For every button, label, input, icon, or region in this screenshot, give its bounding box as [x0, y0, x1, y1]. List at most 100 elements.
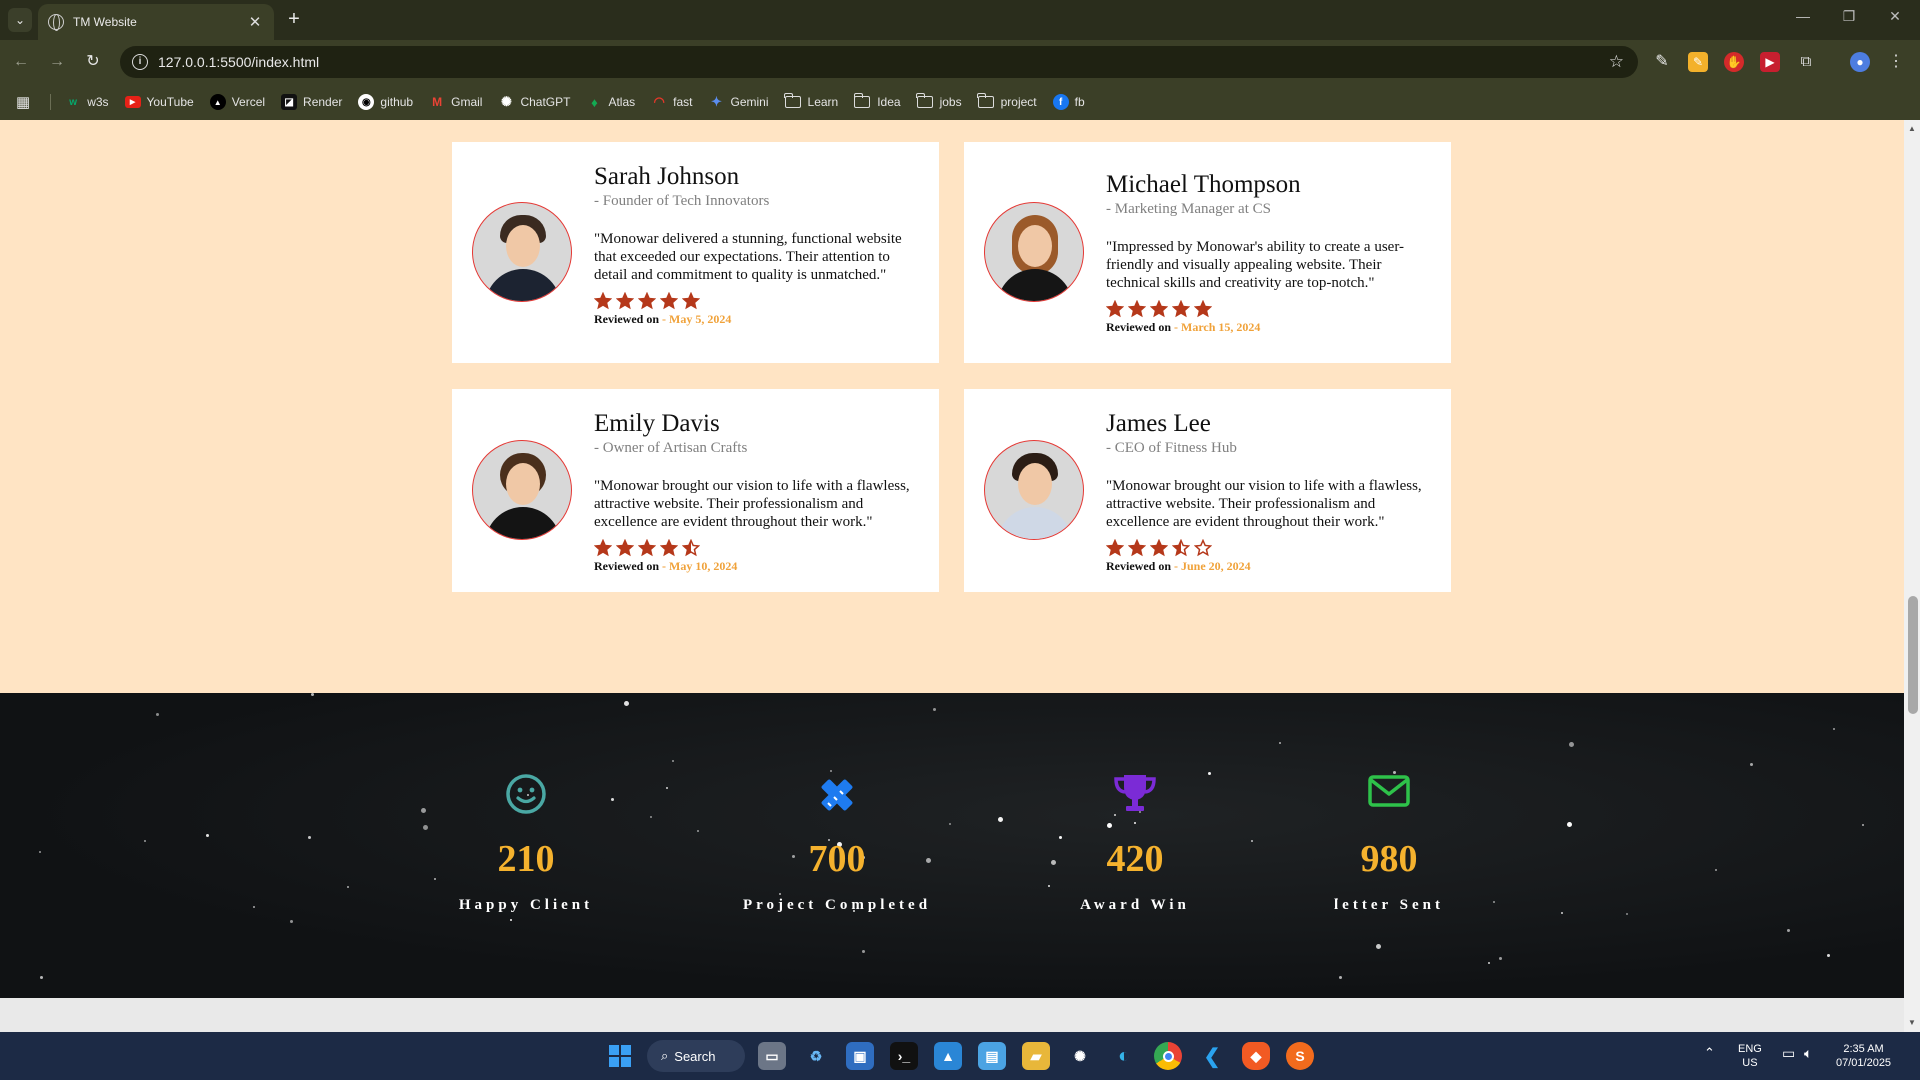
review-quote: "Monowar delivered a stunning, functiona…: [594, 231, 902, 283]
minimize-button[interactable]: —: [1780, 8, 1826, 24]
edge-icon[interactable]: ◐: [1110, 1042, 1138, 1070]
close-icon[interactable]: ✕: [246, 13, 264, 31]
stats-section: 210 Happy Client 700 Project Completed 4…: [0, 693, 1904, 998]
youtube-icon: ▶: [124, 96, 141, 108]
site-info-icon[interactable]: i: [132, 54, 148, 70]
eyedropper-extension-icon[interactable]: ✎: [1652, 52, 1672, 72]
review-quote: "Impressed by Monowar's ability to creat…: [1106, 239, 1405, 291]
page-scrollbar[interactable]: ▲ ▼: [1904, 120, 1920, 1032]
reviewer-role: - CEO of Fitness Hub: [1106, 440, 1237, 456]
star-dot: [347, 886, 349, 888]
scroll-down-arrow-icon[interactable]: ▼: [1908, 1018, 1916, 1027]
tab-strip: ⌄ TM Website ✕ + — ❐ ✕: [0, 0, 1920, 40]
review-date-line: Reviewed on - June 20, 2024: [1106, 559, 1251, 573]
terminal-icon[interactable]: ›_: [890, 1042, 918, 1070]
bookmark-vercel[interactable]: ▲ Vercel: [209, 94, 265, 110]
recycle-bin-icon[interactable]: ♻: [802, 1042, 830, 1070]
photos-icon[interactable]: ▲: [934, 1042, 962, 1070]
atlas-leaf-icon: ♦: [591, 94, 598, 110]
avatar: [472, 202, 572, 302]
clock[interactable]: 2:35 AM 07/01/2025: [1836, 1042, 1891, 1070]
star-half-icon: [1172, 539, 1190, 557]
star-dot: [1787, 929, 1790, 932]
reviewer-name: Sarah Johnson: [594, 163, 740, 190]
bookmark-folder-idea[interactable]: Idea: [853, 93, 901, 109]
bookmark-gmail[interactable]: M Gmail: [429, 94, 482, 110]
bookmark-chatgpt[interactable]: ✺ ChatGPT: [498, 94, 570, 110]
star-dot: [697, 830, 699, 832]
star-rating: [1106, 300, 1433, 319]
bookmark-folder-project[interactable]: project: [977, 93, 1037, 109]
chatgpt-app-icon[interactable]: ✺: [1066, 1042, 1094, 1070]
review-quote: "Monowar brought our vision to life with…: [594, 478, 910, 530]
forward-button[interactable]: →: [46, 51, 68, 73]
bookmark-gemini[interactable]: ✦ Gemini: [709, 94, 768, 110]
star-dot: [1626, 913, 1628, 915]
star-dot: [998, 817, 1003, 822]
video-extension-icon[interactable]: ▶: [1760, 52, 1780, 72]
star-dot: [650, 816, 652, 818]
reviewer-role: - Marketing Manager at CS: [1106, 201, 1271, 217]
bookmark-render[interactable]: ◪ Render: [281, 94, 342, 110]
star-filled-icon: [660, 292, 678, 310]
apps-grid-icon[interactable]: ▦: [16, 93, 30, 111]
bookmark-fb[interactable]: f fb: [1052, 94, 1085, 110]
bookmark-folder-jobs[interactable]: jobs: [916, 93, 962, 109]
review-date-line: Reviewed on - May 5, 2024: [594, 312, 732, 326]
menu-kebab-icon[interactable]: ⋮: [1886, 52, 1906, 72]
bookmark-star-icon[interactable]: ☆: [1609, 52, 1624, 72]
address-bar[interactable]: i 127.0.0.1:5500/index.html ☆: [120, 46, 1638, 78]
bookmark-folder-learn[interactable]: Learn: [784, 93, 838, 109]
star-filled-icon: [1172, 300, 1190, 318]
avatar: [984, 440, 1084, 540]
bookmark-w3s[interactable]: w w3s: [65, 94, 108, 110]
star-dot: [1569, 742, 1574, 747]
volume-icon[interactable]: 🔈︎: [1804, 1046, 1812, 1060]
bookmark-github[interactable]: ◉ github: [358, 94, 413, 110]
bookmark-youtube[interactable]: ▶ YouTube: [124, 95, 194, 109]
review-date: - May 10, 2024: [662, 559, 738, 573]
hand-extension-icon[interactable]: ✋: [1724, 52, 1744, 72]
restore-button[interactable]: ❐: [1826, 8, 1872, 25]
star-filled-icon: [1128, 300, 1146, 318]
folder-icon: [853, 93, 871, 108]
chevron-up-icon[interactable]: ⌃: [1704, 1046, 1715, 1060]
star-rating: [594, 539, 921, 558]
file-explorer-icon[interactable]: ▰: [1022, 1042, 1050, 1070]
tab-active[interactable]: TM Website ✕: [38, 4, 274, 40]
store-icon[interactable]: ▣: [846, 1042, 874, 1070]
sublime-app-icon[interactable]: S: [1286, 1042, 1314, 1070]
scrollbar-thumb[interactable]: [1908, 596, 1918, 714]
stat-label: letter Sent: [1334, 897, 1444, 913]
brave-icon[interactable]: ◆: [1242, 1042, 1270, 1070]
star-dot: [1715, 869, 1717, 871]
tab-search-button[interactable]: ⌄: [8, 8, 32, 32]
star-dot: [1833, 728, 1835, 730]
windows-start-icon[interactable]: [606, 1042, 634, 1070]
url-text[interactable]: 127.0.0.1:5500/index.html: [158, 54, 1609, 70]
profile-avatar[interactable]: ●: [1850, 52, 1870, 72]
language-indicator[interactable]: ENG US: [1738, 1042, 1762, 1070]
reload-button[interactable]: ↻: [82, 51, 104, 73]
taskbar-search[interactable]: ⌕ Search: [647, 1040, 745, 1072]
stat-label: Happy Client: [458, 897, 594, 913]
task-view-icon[interactable]: ▭: [758, 1042, 786, 1070]
back-button[interactable]: ←: [10, 51, 32, 73]
star-dot: [156, 713, 159, 716]
envelope-icon: [1269, 773, 1509, 817]
star-dot: [672, 760, 674, 762]
control-panel-icon[interactable]: ▤: [978, 1042, 1006, 1070]
network-icon[interactable]: ▭: [1782, 1046, 1795, 1060]
close-window-button[interactable]: ✕: [1872, 8, 1918, 25]
star-dot: [1488, 962, 1490, 964]
chrome-icon[interactable]: [1154, 1042, 1182, 1070]
puzzle-extensions-icon[interactable]: ⧉: [1796, 52, 1816, 72]
bookmark-atlas[interactable]: ♦ Atlas: [586, 94, 635, 110]
highlighter-extension-icon[interactable]: ✎: [1688, 52, 1708, 72]
star-filled-icon: [594, 292, 612, 310]
new-tab-button[interactable]: +: [282, 8, 306, 30]
vscode-icon[interactable]: ❮: [1198, 1042, 1226, 1070]
scroll-up-arrow-icon[interactable]: ▲: [1908, 124, 1916, 133]
star-filled-icon: [1128, 539, 1146, 557]
bookmark-fast[interactable]: ◠ fast: [651, 94, 692, 110]
